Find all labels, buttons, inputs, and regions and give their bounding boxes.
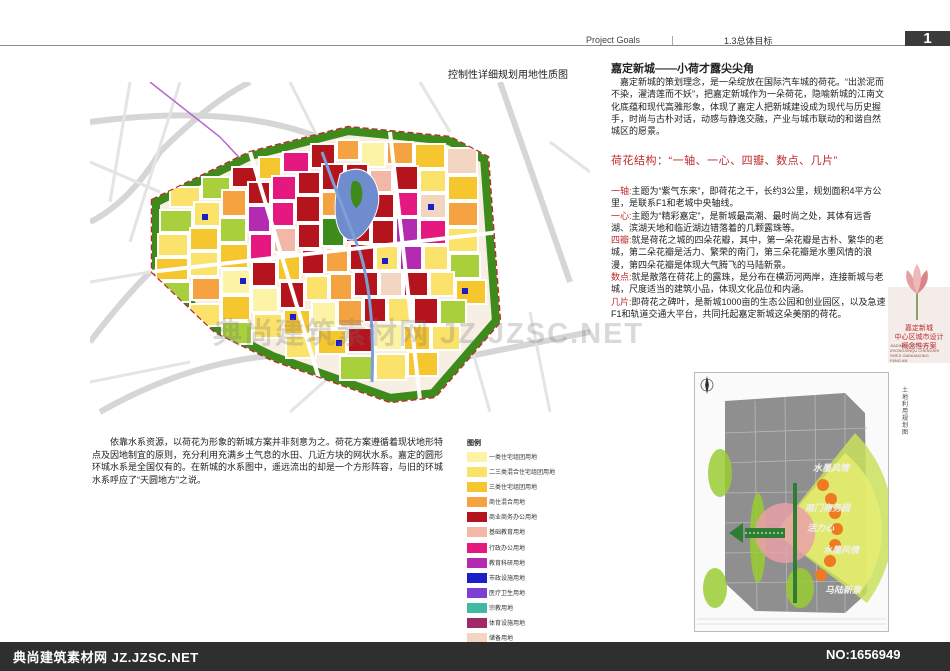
map2-label: 水墨风情	[823, 545, 861, 555]
legend-label: 医疗卫生用地	[489, 590, 526, 597]
legend-swatch	[467, 587, 487, 598]
lotus-structure-list: 一轴:主题为“紫气东来”，即荷花之干，长约3公里，规划面积4平方公里，是联系F1…	[611, 185, 889, 320]
land-use-map	[90, 82, 590, 415]
map2-vertical-label: 土 地 利 用 规 划 图	[902, 388, 909, 436]
page-number: 1	[905, 31, 950, 46]
concept-intro: 嘉定新城的策划理念，是一朵绽放在国际汽车城的荷花。“出淤泥而不染，濯清莲而不妖”…	[611, 77, 884, 137]
legend-swatch	[467, 602, 487, 613]
lotus-concept-map-frame: 水墨风情 南门商务园 活力心 水墨风情 马陆新景	[694, 372, 889, 632]
legend-swatch	[467, 497, 487, 508]
legend-label: 体育设施用地	[489, 621, 526, 628]
legend-label: 商业商务办公用地	[489, 515, 538, 522]
concept-title: 嘉定新城——小荷才露尖尖角	[611, 63, 754, 75]
footer-site-name[interactable]: 典尚建筑素材网 JZ.JZSC.NET	[13, 647, 199, 666]
legend-swatch	[467, 452, 487, 462]
legend-label: 宗教用地	[489, 605, 514, 612]
legend-swatch	[467, 482, 487, 493]
legend-label: 二三类混合住宅组团用地	[489, 470, 556, 477]
legend-swatch	[467, 618, 487, 629]
legend-label: 教育科研用地	[489, 560, 526, 567]
legend-label: 行政办公用地	[489, 545, 526, 552]
legend-label: 基础教育用地	[489, 530, 526, 537]
legend-swatch	[467, 572, 487, 583]
legend-swatch	[467, 467, 487, 478]
header-project-goals: Project Goals	[586, 35, 641, 45]
lotus-flower-icon	[906, 264, 928, 320]
legend-label: 一类住宅组团用地	[489, 455, 538, 461]
legend-label: 商住混合用地	[489, 500, 526, 507]
structure-item: 一心:主题为“精彩嘉定”，是新城最高潮、最时尚之处，其体有远香湖、滨湖天地和临近…	[611, 210, 872, 233]
structure-item: 几片:即荷花之碑叶，是新城1000亩的生态公园和创业园区，以及急速F1和轨道交通…	[611, 296, 886, 319]
legend-swatch	[467, 557, 487, 568]
map2-label: 活力心	[807, 523, 835, 533]
map1-title: 控制性详细规划用地性质图	[448, 70, 568, 81]
structure-item: 一轴:主题为“紫气东来”，即荷花之干，长约3公里，规划面积4平方公里，是联系F1…	[611, 186, 882, 209]
legend-label: 三类住宅组团用地	[489, 485, 538, 492]
map2-label: 南门商务园	[805, 503, 852, 513]
water-system-paragraph: 依靠水系资源，以荷花为形象的新城方案并非刻意为之。荷花方案遵循着现状地形特点及因…	[92, 437, 444, 485]
legend-swatch	[467, 512, 487, 523]
structure-item: 四瓣:就是荷花之城的四朵花瓣，其中，第一朵花瓣是古朴、繁华的老城，第二朵花瓣是活…	[611, 235, 884, 270]
legend-label: 市政设施用地	[489, 575, 526, 582]
legend-swatch	[467, 542, 487, 553]
header-separator	[672, 36, 673, 45]
legend-label: 储备用地	[489, 636, 514, 643]
structure-item: 数点:就是散落在荷花上的露珠，是分布在横沥河两岸，连接新城与老城，尺度适当的建筑…	[611, 272, 884, 295]
header-section-title: 1.3总体目标	[724, 36, 773, 46]
side-pinyin: JIADING XINCHENG ZHONGXINQU CHENGSHI SHE…	[890, 343, 940, 363]
map2-label: 水墨风情	[813, 463, 851, 473]
watermark: 典尚建筑素材网 JZ.JZSC.NET	[213, 318, 645, 350]
legend-title: 图例	[467, 440, 481, 447]
lotus-structure-heading: 荷花结构：“一轴、一心、四瓣、数点、几片”	[611, 155, 838, 167]
lotus-concept-map: 水墨风情 南门商务园 活力心 水墨风情 马陆新景	[695, 373, 888, 631]
legend-swatch	[467, 527, 487, 538]
footer-number: NO:1656949	[826, 647, 901, 662]
map2-label: 马陆新景	[825, 585, 862, 595]
